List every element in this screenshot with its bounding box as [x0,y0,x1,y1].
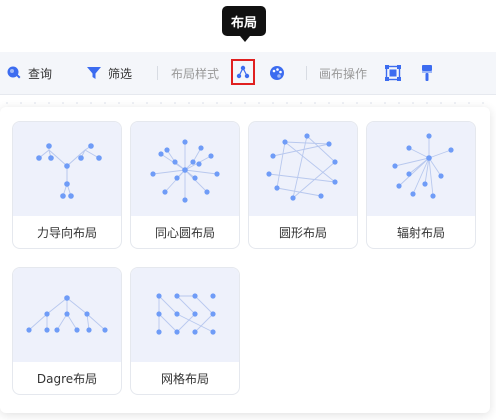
dagre-layout-icon [26,295,108,333]
canvas-ops-label: 画布操作 [319,52,367,94]
palette-icon [270,66,284,80]
layout-card-circular[interactable]: 圆形布局 [248,121,358,249]
layout-icon [236,65,250,79]
fit-view-button[interactable] [385,65,401,85]
layout-card-label: 圆形布局 [278,225,327,240]
layout-card-concentric[interactable]: 同心圆布局 [130,121,240,249]
concentric-layout-thumbnail [131,122,239,216]
layout-style-text: 布局样式 [171,66,220,81]
force-layout-icon [36,143,102,199]
search-icon [7,66,21,79]
layout-card-radial[interactable]: 辐射布局 [366,121,476,249]
layout-card-force[interactable]: 力导向布局 [12,121,122,249]
tooltip-text: 布局 [230,15,257,31]
layout-card-label: 辐射布局 [396,225,445,240]
layout-card-dagre[interactable]: Dagre布局 [12,267,122,395]
brush-button[interactable] [420,64,434,86]
radial-layout-icon [392,133,454,199]
filter-label: 筛选 [108,66,133,81]
query-button[interactable]: 查询 [6,52,52,94]
layout-tooltip: 布局 [222,6,266,42]
force-layout-thumbnail [13,122,121,216]
toolbar-divider [306,66,307,80]
filter-button[interactable]: 筛选 [86,52,132,94]
fit-view-icon [385,65,401,81]
circular-layout-icon [266,133,338,201]
layout-dropdown-panel: 力导向布局 同心圆布局 圆形布局 辐射布局 Dagre布局 网格布局 [0,107,490,413]
layout-card-grid[interactable]: 网格布局 [130,267,240,395]
layout-card-label: 网格布局 [160,371,209,386]
query-label: 查询 [28,66,53,81]
toolbar-divider [157,66,158,80]
dagre-layout-thumbnail [13,268,121,362]
grid-layout-thumbnail [131,268,239,362]
style-button[interactable] [269,65,285,85]
canvas-ops-text: 画布操作 [319,66,368,81]
circular-layout-thumbnail [249,122,357,216]
layout-card-label: Dagre布局 [36,371,98,386]
filter-icon [87,67,101,79]
brush-icon [422,65,432,81]
layout-card-label: 力导向布局 [36,225,97,240]
concentric-layout-icon [150,139,220,203]
layout-button[interactable] [231,59,255,85]
grid-layout-icon [156,293,216,335]
radial-layout-thumbnail [367,122,475,216]
layout-style-label: 布局样式 [171,52,219,94]
layout-card-label: 同心圆布局 [154,225,215,240]
